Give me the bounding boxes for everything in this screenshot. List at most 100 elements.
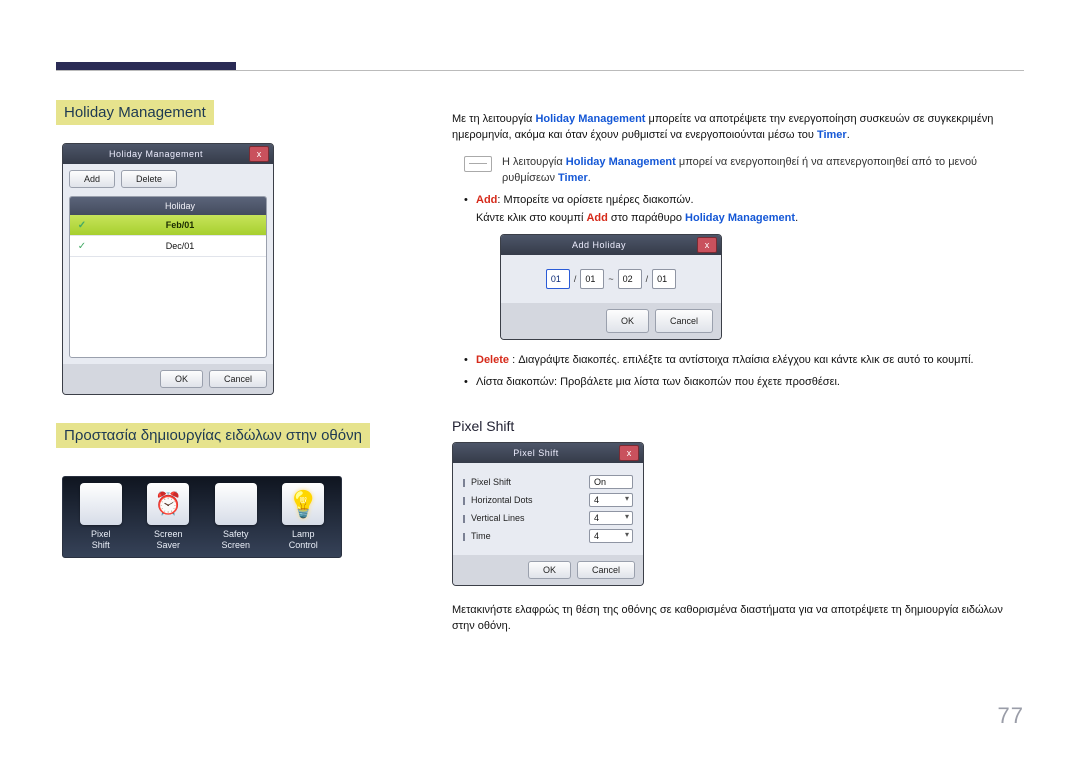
dialog-footer: OK Cancel bbox=[501, 303, 721, 339]
text: στο παράθυρο bbox=[608, 212, 685, 224]
dialog-title: Add Holiday bbox=[501, 237, 697, 253]
keyword-timer: Timer bbox=[817, 129, 847, 141]
keyword-timer: Timer bbox=[558, 172, 588, 184]
bullet-delete: Delete : Διαγράψτε διακοπές. επιλέξτε τα… bbox=[476, 352, 1024, 368]
dialog-title: Pixel Shift bbox=[453, 448, 619, 458]
intro-paragraph: Με τη λειτουργία Holiday Management μπορ… bbox=[452, 111, 1024, 143]
horizontal-dots-select[interactable]: 4 bbox=[589, 493, 633, 507]
holiday-date: Feb/01 bbox=[94, 220, 266, 230]
text: . bbox=[847, 129, 850, 141]
label: Vertical Lines bbox=[463, 513, 525, 523]
bullet-add: Add: Μπορείτε να ορίσετε ημέρες διακοπών… bbox=[476, 192, 1024, 340]
close-icon[interactable]: x bbox=[249, 146, 269, 162]
text: : Μπορείτε να ορίσετε ημέρες διακοπών. bbox=[497, 194, 693, 206]
checkbox-column-header bbox=[70, 201, 94, 211]
cancel-button[interactable]: Cancel bbox=[209, 370, 267, 388]
text: Κάντε κλικ στο κουμπί bbox=[476, 212, 586, 224]
dialog-toolbar: Add Delete bbox=[69, 170, 267, 188]
ok-button[interactable]: OK bbox=[160, 370, 203, 388]
separator: / bbox=[574, 271, 577, 287]
holiday-list: Holiday ✓ Feb/01 ✓ Dec/01 bbox=[69, 196, 267, 358]
right-column: Με τη λειτουργία Holiday Management μπορ… bbox=[452, 100, 1024, 645]
dialog-footer: OK Cancel bbox=[63, 364, 273, 394]
to-month-select[interactable]: 02 bbox=[618, 269, 642, 289]
safety-screen-item[interactable]: Safety Screen bbox=[207, 483, 265, 555]
list-row-selected[interactable]: ✓ Feb/01 bbox=[70, 215, 266, 236]
dialog-titlebar: Holiday Management x bbox=[63, 144, 273, 164]
pixel-shift-dialog: Pixel Shift x Pixel Shift On Horizontal … bbox=[452, 442, 644, 586]
add-button[interactable]: Add bbox=[69, 170, 115, 188]
date-range-fields: 01 / 01 ~ 02 / 01 bbox=[511, 269, 711, 289]
dialog-footer: OK Cancel bbox=[453, 555, 643, 585]
left-column: Holiday Management Holiday Management x … bbox=[56, 100, 386, 558]
safety-screen-label: Safety Screen bbox=[207, 529, 265, 555]
pixel-shift-heading: Pixel Shift bbox=[452, 418, 1024, 434]
dialog-body: Pixel Shift On Horizontal Dots 4 Vertica… bbox=[453, 463, 643, 555]
delete-button[interactable]: Delete bbox=[121, 170, 177, 188]
vertical-lines-select[interactable]: 4 bbox=[589, 511, 633, 525]
separator: / bbox=[646, 271, 649, 287]
header-rule bbox=[56, 70, 1024, 71]
pixel-shift-icon bbox=[80, 483, 122, 525]
holiday-management-dialog: Holiday Management x Add Delete Holiday … bbox=[62, 143, 274, 395]
cancel-button[interactable]: Cancel bbox=[577, 561, 635, 579]
time-row: Time 4 bbox=[463, 529, 633, 543]
from-day-select[interactable]: 01 bbox=[580, 269, 604, 289]
to-day-select[interactable]: 01 bbox=[652, 269, 676, 289]
bullet-holiday-list: Λίστα διακοπών: Προβάλετε μια λίστα των … bbox=[476, 374, 1024, 390]
spacer bbox=[56, 395, 386, 423]
screen-saver-label: Screen Saver bbox=[139, 529, 197, 555]
vertical-lines-row: Vertical Lines 4 bbox=[463, 511, 633, 525]
text: . bbox=[795, 212, 798, 224]
keyword-holiday-management: Holiday Management bbox=[566, 156, 676, 168]
text: Η λειτουργία bbox=[502, 156, 566, 168]
list-row[interactable]: ✓ Dec/01 bbox=[70, 236, 266, 257]
check-icon[interactable]: ✓ bbox=[70, 220, 94, 231]
lamp-control-item[interactable]: 💡 Lamp Control bbox=[274, 483, 332, 555]
pixel-shift-value[interactable]: On bbox=[589, 475, 633, 489]
label: Horizontal Dots bbox=[463, 495, 533, 505]
tilde-separator: ~ bbox=[608, 271, 613, 287]
ok-button[interactable]: OK bbox=[528, 561, 571, 579]
pixel-shift-description: Μετακινήστε ελαφρώς τη θέση της οθόνης σ… bbox=[452, 602, 1024, 634]
screen-saver-item[interactable]: ⏰ Screen Saver bbox=[139, 483, 197, 555]
ok-button[interactable]: OK bbox=[606, 309, 649, 333]
dialog-title: Holiday Management bbox=[63, 149, 249, 159]
close-icon[interactable]: x bbox=[619, 445, 639, 461]
dialog-body: 01 / 01 ~ 02 / 01 bbox=[501, 255, 721, 303]
text: : Διαγράψτε διακοπές. επιλέξτε τα αντίστ… bbox=[509, 354, 974, 366]
dialog-titlebar: Add Holiday x bbox=[501, 235, 721, 255]
keyword-holiday-management: Holiday Management bbox=[685, 212, 795, 224]
pixel-shift-row: Pixel Shift On bbox=[463, 475, 633, 489]
pixel-shift-item[interactable]: Pixel Shift bbox=[72, 483, 130, 555]
page-number: 77 bbox=[998, 703, 1024, 729]
text: Με τη λειτουργία bbox=[452, 113, 535, 125]
text: Λίστα διακοπών: Προβάλετε μια λίστα των … bbox=[476, 376, 840, 388]
screen-saver-icon: ⏰ bbox=[147, 483, 189, 525]
lamp-control-icon: 💡 bbox=[282, 483, 324, 525]
from-month-select[interactable]: 01 bbox=[546, 269, 570, 289]
close-icon[interactable]: x bbox=[697, 237, 717, 253]
header-accent-bar bbox=[56, 62, 236, 70]
keyword-add: Add bbox=[476, 194, 497, 206]
note-block: Η λειτουργία Holiday Management μπορεί ν… bbox=[464, 154, 1024, 186]
page: Holiday Management Holiday Management x … bbox=[0, 0, 1080, 763]
text: . bbox=[588, 172, 591, 184]
protection-icon-strip: Pixel Shift ⏰ Screen Saver Safety Screen… bbox=[62, 476, 342, 558]
holiday-column-header: Holiday bbox=[94, 201, 266, 211]
list-header: Holiday bbox=[70, 197, 266, 215]
label: Time bbox=[463, 531, 491, 541]
section-title-screen-protection: Προστασία δημιουργίας ειδώλων στην οθόνη bbox=[56, 423, 370, 448]
note-text: Η λειτουργία Holiday Management μπορεί ν… bbox=[502, 154, 1024, 186]
time-select[interactable]: 4 bbox=[589, 529, 633, 543]
note-icon bbox=[464, 156, 492, 172]
cancel-button[interactable]: Cancel bbox=[655, 309, 713, 333]
dialog-body: Add Delete Holiday ✓ Feb/01 ✓ Dec/01 bbox=[63, 164, 273, 364]
keyword-delete: Delete bbox=[476, 354, 509, 366]
check-icon[interactable]: ✓ bbox=[70, 241, 94, 252]
section-title-holiday-management: Holiday Management bbox=[56, 100, 214, 125]
add-holiday-dialog: Add Holiday x 01 / 01 ~ 02 / 01 bbox=[500, 234, 722, 340]
keyword-holiday-management: Holiday Management bbox=[535, 113, 645, 125]
label: Pixel Shift bbox=[463, 477, 511, 487]
bullet-add-subline: Κάντε κλικ στο κουμπί Add στο παράθυρο H… bbox=[476, 210, 1024, 226]
